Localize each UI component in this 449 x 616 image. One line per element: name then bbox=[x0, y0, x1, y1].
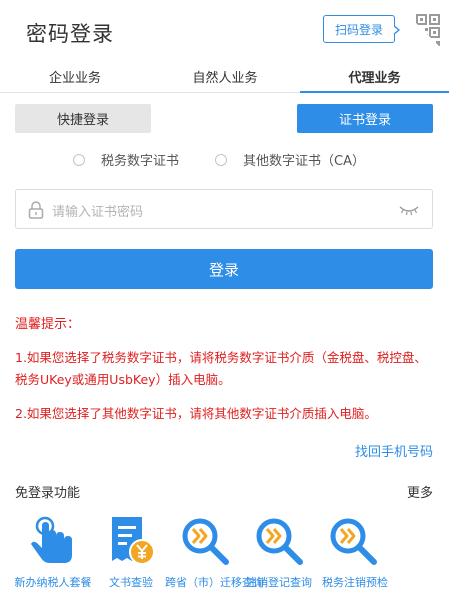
function-label: 新办纳税人套餐 bbox=[14, 576, 92, 589]
functions-header: 免登录功能 更多 bbox=[15, 482, 433, 501]
radio-tax-cert[interactable]: 税务数字证书 bbox=[73, 150, 179, 169]
recover-phone-link[interactable]: 找回手机号码 bbox=[355, 441, 433, 460]
tab-agent[interactable]: 代理业务 bbox=[300, 60, 449, 93]
function-migration-query[interactable]: 跨省（市）迁移查询 bbox=[165, 514, 264, 594]
cert-login-button[interactable]: 证书登录 bbox=[297, 104, 433, 133]
eye-closed-icon[interactable] bbox=[398, 204, 420, 216]
qr-code-icon[interactable] bbox=[405, 12, 445, 52]
active-tab-indicator bbox=[300, 91, 449, 93]
tips-title: 温馨提示： bbox=[15, 317, 81, 332]
header: 密码登录 扫码登录 bbox=[0, 0, 449, 60]
cert-password-placeholder: 请输入证书密码 bbox=[52, 205, 144, 220]
function-new-taxpayer[interactable]: 新办纳税人套餐 bbox=[15, 514, 97, 594]
tab-individual[interactable]: 自然人业务 bbox=[150, 60, 300, 93]
search-forward-icon bbox=[256, 518, 303, 565]
radio-tax-cert-label: 税务数字证书 bbox=[101, 154, 180, 169]
functions-title: 免登录功能 bbox=[15, 486, 81, 501]
quick-login-button[interactable]: 快捷登录 bbox=[15, 104, 151, 133]
hand-touch-icon bbox=[31, 516, 72, 563]
function-label: 跨省（市）迁移查询 bbox=[165, 576, 264, 589]
function-label: 注销登记查询 bbox=[246, 576, 312, 589]
function-label: 税务注销预检 bbox=[322, 576, 388, 589]
cert-type-group: 税务数字证书 其他数字证书（CA） bbox=[0, 150, 449, 170]
function-deregistration-query[interactable]: 注销登记查询 bbox=[239, 514, 319, 594]
lock-icon bbox=[28, 201, 44, 219]
tip-item: 1.如果您选择了税务数字证书，请将税务数字证书介质（金税盘、税控盘、税务UKey… bbox=[15, 350, 427, 387]
function-label: 文书查验 bbox=[109, 576, 153, 589]
document-yuan-icon bbox=[112, 517, 155, 565]
login-button[interactable]: 登录 bbox=[15, 249, 433, 289]
function-deregistration-precheck[interactable]: 税务注销预检 bbox=[313, 514, 393, 594]
more-link[interactable]: 更多 bbox=[407, 482, 433, 501]
radio-circle[interactable] bbox=[73, 153, 85, 166]
business-tabs: 企业业务 自然人业务 代理业务 bbox=[0, 60, 449, 93]
search-forward-icon bbox=[182, 518, 229, 565]
page-title: 密码登录 bbox=[26, 22, 114, 46]
radio-other-cert[interactable]: 其他数字证书（CA） bbox=[215, 150, 365, 169]
function-document-verify[interactable]: 文书查验 bbox=[91, 514, 171, 594]
cert-password-field[interactable]: 请输入证书密码 bbox=[15, 189, 433, 229]
qr-login-button[interactable]: 扫码登录 bbox=[323, 15, 400, 43]
tab-enterprise[interactable]: 企业业务 bbox=[0, 60, 150, 93]
tip-item: 2.如果您选择了其他数字证书，请将其他数字证书介质插入电脑。 bbox=[15, 406, 377, 421]
radio-circle[interactable] bbox=[215, 153, 227, 166]
radio-other-cert-label: 其他数字证书（CA） bbox=[243, 154, 365, 169]
search-forward-icon bbox=[330, 518, 377, 565]
